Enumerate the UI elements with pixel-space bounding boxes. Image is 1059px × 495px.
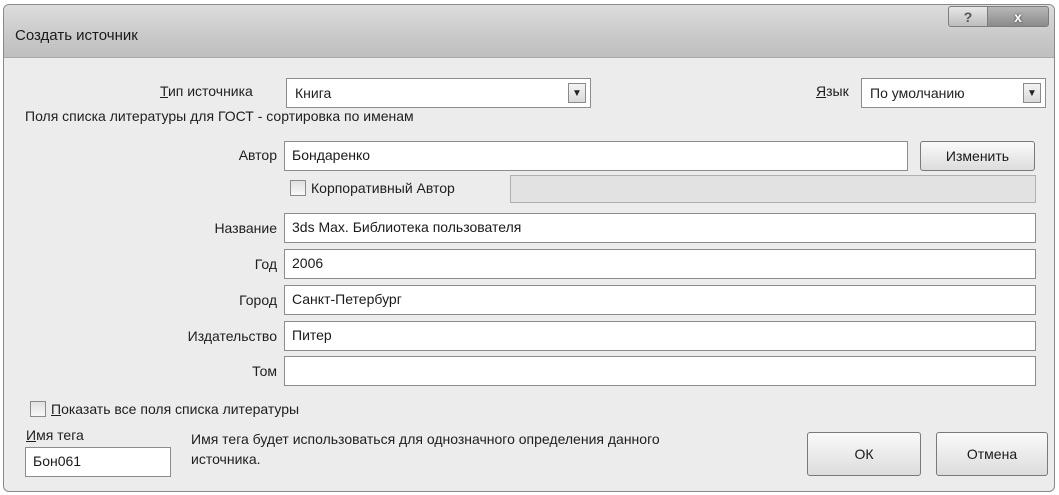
dialog-title: Создать источник bbox=[15, 27, 138, 44]
ok-button[interactable]: ОК bbox=[807, 432, 921, 476]
chevron-down-icon[interactable]: ▼ bbox=[1023, 83, 1041, 103]
corporate-author-field[interactable] bbox=[510, 175, 1036, 203]
language-label: Язык bbox=[816, 83, 849, 99]
year-label: Год bbox=[254, 256, 277, 272]
author-field[interactable]: Бондаренко bbox=[284, 141, 908, 171]
create-source-dialog: Создать источник ? x Тип источника Книга… bbox=[3, 4, 1055, 492]
help-button[interactable]: ? bbox=[948, 6, 988, 27]
author-label: Автор bbox=[238, 147, 277, 163]
question-icon: ? bbox=[963, 8, 973, 25]
corporate-author-label: Корпоративный Автор bbox=[311, 180, 455, 196]
volume-label: Том bbox=[252, 363, 277, 379]
city-field[interactable]: Санкт-Петербург bbox=[284, 285, 1036, 315]
edit-author-button[interactable]: Изменить bbox=[920, 141, 1035, 171]
year-field[interactable]: 2006 bbox=[284, 249, 1036, 279]
source-type-label: Тип источника bbox=[160, 83, 253, 99]
title-field[interactable]: 3ds Max. Библиотека пользователя bbox=[284, 213, 1036, 243]
source-type-label-rest: ип источника bbox=[167, 83, 253, 99]
show-all-fields-label-rest: оказать все поля списка литературы bbox=[61, 401, 300, 417]
title-bar: Создать источник ? x bbox=[4, 5, 1054, 58]
source-type-select[interactable]: Книга ▼ bbox=[286, 78, 591, 108]
title-label: Название bbox=[214, 220, 277, 236]
tag-hint-line-1: Имя тега будет использоваться для однозн… bbox=[191, 431, 660, 447]
show-all-fields-checkbox[interactable] bbox=[30, 401, 46, 417]
cancel-button[interactable]: Отмена bbox=[936, 432, 1048, 476]
language-select[interactable]: По умолчанию ▼ bbox=[861, 78, 1046, 108]
publisher-label: Издательство bbox=[187, 328, 277, 344]
language-label-rest: зык bbox=[826, 83, 849, 99]
tag-hint-line-2: источника. bbox=[191, 451, 261, 467]
volume-field[interactable] bbox=[284, 356, 1036, 386]
tag-name-label: Имя тега bbox=[26, 427, 84, 443]
tag-name-field[interactable]: Бон061 bbox=[25, 447, 171, 477]
chevron-down-icon[interactable]: ▼ bbox=[568, 83, 586, 103]
tag-name-label-rest: мя тега bbox=[36, 427, 84, 443]
language-value: По умолчанию bbox=[870, 85, 965, 101]
close-button[interactable]: x bbox=[987, 6, 1049, 27]
publisher-field[interactable]: Питер bbox=[284, 321, 1036, 351]
source-type-value: Книга bbox=[295, 85, 332, 101]
show-all-fields-label: Показать все поля списка литературы bbox=[51, 401, 300, 417]
group-heading: Поля списка литературы для ГОСТ - сортир… bbox=[25, 108, 414, 124]
corporate-author-checkbox[interactable] bbox=[290, 180, 306, 196]
city-label: Город bbox=[239, 292, 277, 308]
close-icon: x bbox=[1014, 8, 1022, 25]
